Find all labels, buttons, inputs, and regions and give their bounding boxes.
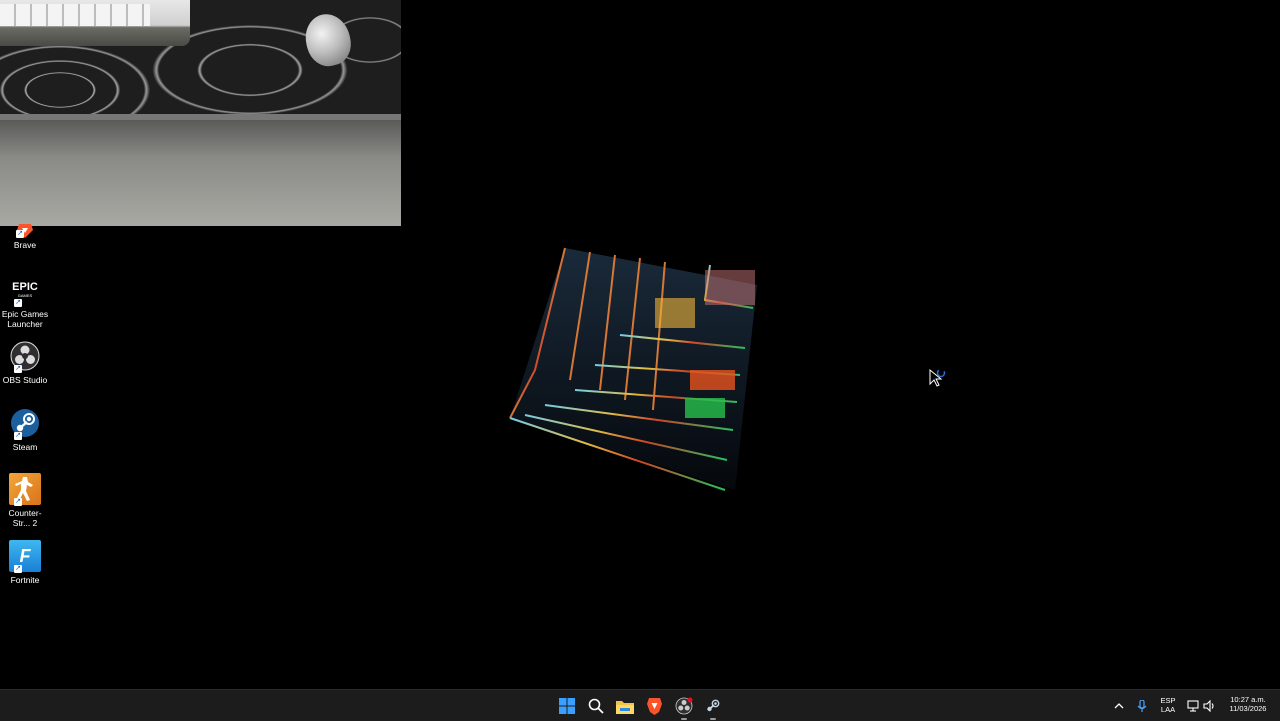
shortcut-arrow-icon: ↗ [14, 565, 22, 573]
desktop-icon-label: OBS Studio [2, 375, 48, 385]
clock-date: 11/03/2026 [1229, 704, 1267, 713]
glass-cube-wallpaper [505, 240, 765, 495]
epic-logo-text: EPIC [12, 281, 38, 293]
desktop-icon-epic-games[interactable]: EPIC GAMES ↗ Epic Games Launcher [0, 273, 50, 330]
windows-start-icon [559, 698, 575, 714]
notification-dot-icon [687, 697, 693, 703]
steam-taskbar-button[interactable] [700, 694, 726, 720]
keyboard-image [0, 0, 190, 46]
fortnite-icon: F ↗ [8, 539, 42, 573]
taskbar: ESP LAA 10:27 a.m. 11/03/2026 [0, 689, 1280, 721]
desktop-icon-obs[interactable]: ↗ OBS Studio [0, 339, 50, 385]
desktop-icon-label: Brave [13, 240, 37, 250]
search-button[interactable] [583, 694, 609, 718]
network-icon [1187, 700, 1199, 712]
desktop-icon-label: Epic Games Launcher [1, 309, 49, 329]
microphone-button[interactable] [1131, 694, 1153, 718]
volume-button[interactable] [1200, 694, 1218, 718]
obs-taskbar-button[interactable] [671, 694, 697, 720]
shortcut-arrow-icon: ↗ [14, 299, 22, 307]
brave-icon [646, 697, 662, 715]
shortcut-arrow-icon: ↗ [14, 365, 22, 373]
desktop-icon-fortnite[interactable]: F ↗ Fortnite [0, 539, 50, 585]
clock[interactable]: 10:27 a.m. 11/03/2026 [1222, 695, 1274, 713]
brave-taskbar-button[interactable] [641, 694, 667, 718]
webcam-overlay [0, 0, 401, 226]
show-hidden-icons-button[interactable] [1108, 694, 1130, 718]
desktop-icon-label: Steam [12, 442, 38, 452]
desk-edge [0, 114, 401, 120]
desktop-icon-brave[interactable]: ↗ Brave [0, 224, 50, 250]
chevron-up-icon [1114, 703, 1124, 709]
microphone-icon [1137, 699, 1147, 712]
fortnite-logo-text: F [19, 545, 31, 566]
shortcut-arrow-icon: ↗ [16, 230, 24, 238]
mouse-cursor-icon [928, 368, 948, 388]
obs-icon: ↗ [8, 339, 42, 373]
steam-icon: ↗ [8, 406, 42, 440]
desktop-icon-label: Counter-Str... 2 [8, 508, 42, 528]
obs-icon [675, 697, 693, 715]
counter-strike-icon: ↗ [8, 472, 42, 506]
epic-logo-subtext: GAMES [17, 293, 33, 298]
desktop-icon-label: Fortnite [10, 575, 40, 585]
file-explorer-button[interactable] [612, 694, 638, 718]
clock-time: 10:27 a.m. [1230, 695, 1266, 704]
brave-icon: ↗ [8, 224, 42, 238]
shortcut-arrow-icon: ↗ [14, 498, 22, 506]
speaker-icon [1202, 700, 1214, 712]
start-button[interactable] [554, 694, 580, 718]
search-icon [588, 698, 604, 714]
folder-icon [616, 700, 634, 714]
shortcut-arrow-icon: ↗ [14, 432, 22, 440]
language-indicator[interactable]: ESP LAA [1157, 696, 1179, 714]
desktop-icon-steam[interactable]: ↗ Steam [0, 406, 50, 452]
keyboard-layout: LAA [1160, 705, 1176, 714]
desktop-icon-counter-strike[interactable]: ↗ Counter-Str... 2 [0, 472, 50, 528]
language-code: ESP [1160, 696, 1176, 705]
epic-games-icon: EPIC GAMES ↗ [8, 273, 42, 307]
steam-icon [707, 699, 720, 712]
